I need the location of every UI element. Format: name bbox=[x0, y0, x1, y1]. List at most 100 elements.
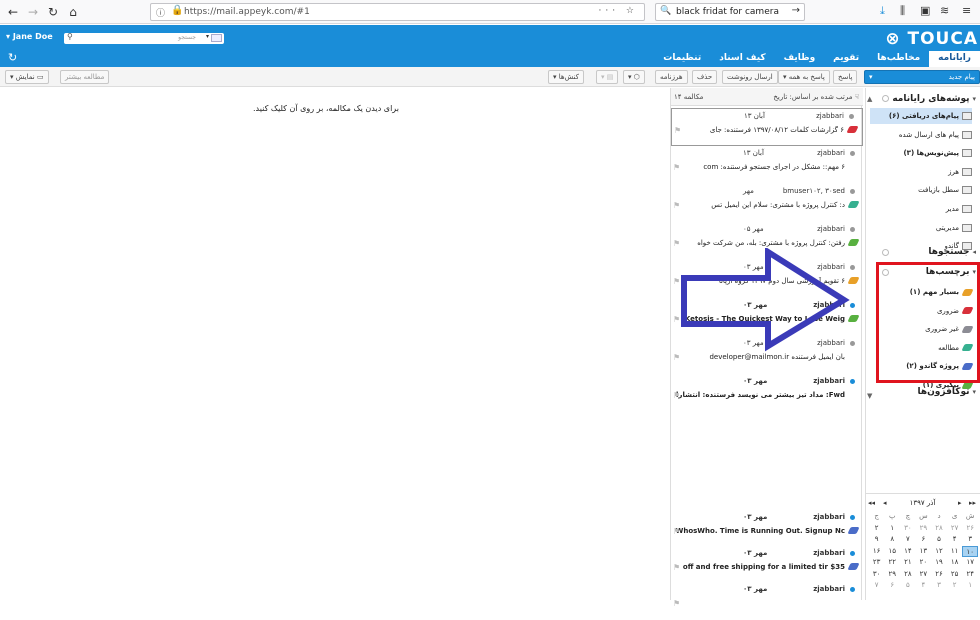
calendar-day[interactable]: ۲۴ bbox=[962, 569, 978, 581]
calendar-day[interactable]: ۲۶ bbox=[962, 523, 978, 535]
calendar-day[interactable]: ۸ bbox=[884, 534, 900, 546]
calendar-day[interactable]: ۷ bbox=[869, 580, 885, 592]
mail-folders-header[interactable]: ▾پوشه‌های رایانامه bbox=[892, 94, 976, 104]
calendar-day[interactable]: ۶ bbox=[884, 580, 900, 592]
calendar-day[interactable]: ۲۷ bbox=[947, 523, 963, 535]
calendar-day[interactable]: ۱۸ bbox=[947, 557, 963, 569]
calendar-day[interactable]: ۱ bbox=[884, 523, 900, 535]
display-button[interactable]: ▾ نمایش ▭ bbox=[5, 70, 49, 84]
calendar-day[interactable]: ۶ bbox=[916, 534, 932, 546]
calendar-day[interactable]: ۱۴ bbox=[900, 546, 916, 558]
sort-selector[interactable]: مرتب شده بر اساس: تاریخ ☟ bbox=[773, 93, 859, 101]
calendar-day[interactable]: ۲۶ bbox=[931, 569, 947, 581]
calendar-day[interactable]: ۲۹ bbox=[884, 569, 900, 581]
calendar-day[interactable]: ۳ bbox=[962, 534, 978, 546]
scroll-down-icon[interactable]: ▼ bbox=[867, 392, 875, 400]
reader-icon[interactable]: ≋ bbox=[940, 4, 949, 17]
read-more-button[interactable]: مطالعه بیشتر bbox=[60, 70, 110, 84]
forward-icon[interactable]: → bbox=[24, 3, 42, 21]
info-icon[interactable]: ⓘ bbox=[156, 6, 165, 19]
calendar-day[interactable]: ۲۱ bbox=[900, 557, 916, 569]
unread-indicator-icon[interactable] bbox=[850, 341, 855, 346]
flag-icon[interactable]: ⚑ bbox=[674, 126, 681, 135]
calendar-day[interactable]: ۲ bbox=[947, 580, 963, 592]
tab-briefcase[interactable]: کیف اسناد bbox=[710, 51, 774, 67]
back-icon[interactable]: ← bbox=[4, 3, 22, 21]
message-row[interactable]: bmuser۱۰۲, ۳۰sed مهر د: کنترل پروژه با مشت… bbox=[671, 184, 863, 222]
sidebar-icon[interactable]: ▣ bbox=[920, 4, 930, 17]
calendar-day[interactable]: ۷ bbox=[900, 534, 916, 546]
page-actions-icon[interactable]: ··· ☆ bbox=[598, 6, 638, 16]
spam-button[interactable]: هرزنامه bbox=[655, 70, 688, 84]
flag-icon[interactable]: ⚑ bbox=[673, 353, 680, 362]
browser-search[interactable]: 🔍 black fridat for camera → bbox=[655, 3, 805, 21]
browser-search-text[interactable]: black fridat for camera bbox=[676, 7, 779, 17]
calendar-day[interactable]: ۲ bbox=[869, 523, 885, 535]
reload-icon[interactable]: ↻ bbox=[44, 3, 62, 21]
calendar-day[interactable]: ۱۶ bbox=[869, 546, 885, 558]
unread-indicator-icon[interactable] bbox=[850, 551, 855, 556]
actions-button[interactable]: ▾ کنش‌ها bbox=[548, 70, 584, 84]
search-scope-dropdown-icon[interactable]: ▾ bbox=[206, 33, 209, 40]
calendar-day[interactable]: ۲۵ bbox=[947, 569, 963, 581]
calendar-day[interactable]: ۱۷ bbox=[962, 557, 978, 569]
calendar-day[interactable]: ۱۰ bbox=[962, 545, 978, 557]
calendar-day[interactable]: ۱۲ bbox=[931, 546, 947, 558]
calendar-day[interactable]: ۱۹ bbox=[931, 557, 947, 569]
calendar-day[interactable]: ۲۹ bbox=[916, 523, 932, 535]
tab-contacts[interactable]: مخاطب‌ها bbox=[868, 51, 929, 67]
calendar-day[interactable]: ۲۲ bbox=[884, 557, 900, 569]
calendar-day[interactable]: ۱۵ bbox=[884, 546, 900, 558]
delete-button[interactable]: حذف bbox=[692, 70, 718, 84]
message-row[interactable]: zjabbari ۰۳ مهر $35 off and free shipping … bbox=[671, 546, 863, 584]
folder-options-icon[interactable] bbox=[882, 95, 889, 102]
folder-item[interactable]: پیش‌نویس‌ها (۳) bbox=[870, 145, 972, 161]
tab-settings[interactable]: تنظیمات bbox=[654, 51, 710, 67]
searches-header[interactable]: ◂جستجوها bbox=[928, 247, 976, 257]
new-message-button[interactable]: ▾ پیام جدید bbox=[864, 70, 980, 84]
flag-icon[interactable]: ⚑ bbox=[673, 391, 680, 400]
library-icon[interactable]: ⫼ bbox=[900, 4, 905, 18]
flag-icon[interactable]: ⚑ bbox=[673, 527, 680, 536]
calendar-day[interactable]: ۳۰ bbox=[869, 569, 885, 581]
next-month-icon[interactable]: ▸ bbox=[958, 499, 962, 507]
tab-tasks[interactable]: وظایف bbox=[775, 51, 825, 67]
flag-icon[interactable]: ⚑ bbox=[673, 163, 680, 172]
unread-indicator-icon[interactable] bbox=[849, 114, 854, 119]
calendar-day[interactable]: ۲۰ bbox=[916, 557, 932, 569]
calendar-day[interactable]: ۲۸ bbox=[900, 569, 916, 581]
message-row[interactable]: zjabbari ۰۳ مهر ⚑ bbox=[671, 582, 863, 620]
folder-item[interactable]: پیام‌های دریافتی (۶) bbox=[870, 108, 972, 124]
unread-indicator-icon[interactable] bbox=[850, 265, 855, 270]
addons-header[interactable]: ▾توکافزون‌ها bbox=[917, 387, 976, 397]
reply-all-button[interactable]: ▾ پاسخ به همه bbox=[778, 70, 830, 84]
app-search[interactable]: ⚲ جستجو ▾ bbox=[64, 32, 224, 44]
keyboard-icon[interactable] bbox=[211, 34, 222, 42]
url-bar[interactable]: ⓘ 🔒 https://mail.appeyk.com/#1 ··· ☆ bbox=[150, 3, 645, 21]
calendar-day[interactable]: ۱۳ bbox=[916, 546, 932, 558]
scroll-up-icon[interactable]: ▲ bbox=[867, 95, 875, 103]
unread-indicator-icon[interactable] bbox=[850, 303, 855, 308]
unread-indicator-icon[interactable] bbox=[850, 379, 855, 384]
flag-icon[interactable]: ⚑ bbox=[673, 239, 680, 248]
folder-item[interactable]: مدیر bbox=[870, 201, 972, 217]
chevron-down-icon[interactable]: ▾ bbox=[869, 71, 873, 83]
calendar-day[interactable]: ۲۸ bbox=[931, 523, 947, 535]
calendar-day[interactable]: ۱۱ bbox=[947, 546, 963, 558]
folder-item[interactable]: هرز bbox=[870, 164, 972, 180]
unread-indicator-icon[interactable] bbox=[850, 189, 855, 194]
calendar-day[interactable]: ۳۰ bbox=[900, 523, 916, 535]
message-row[interactable]: zjabbari ۰۳ مهر Fwd: مداد تیز بیشتر می نوی… bbox=[671, 374, 863, 412]
url-text[interactable]: https://mail.appeyk.com/#1 bbox=[184, 7, 310, 17]
reply-button[interactable]: پاسخ bbox=[833, 70, 858, 84]
calendar-day[interactable]: ۴ bbox=[947, 534, 963, 546]
refresh-icon[interactable]: ↻ bbox=[8, 51, 17, 64]
unread-indicator-icon[interactable] bbox=[850, 151, 855, 156]
unread-indicator-icon[interactable] bbox=[850, 227, 855, 232]
calendar-day[interactable]: ۱ bbox=[962, 580, 978, 592]
searches-options-icon[interactable] bbox=[882, 249, 889, 256]
go-arrow-icon[interactable]: → bbox=[792, 5, 800, 16]
next-year-icon[interactable]: ▸▸ bbox=[969, 499, 976, 507]
calendar-day[interactable]: ۳ bbox=[931, 580, 947, 592]
flag-icon[interactable]: ⚑ bbox=[673, 563, 680, 572]
